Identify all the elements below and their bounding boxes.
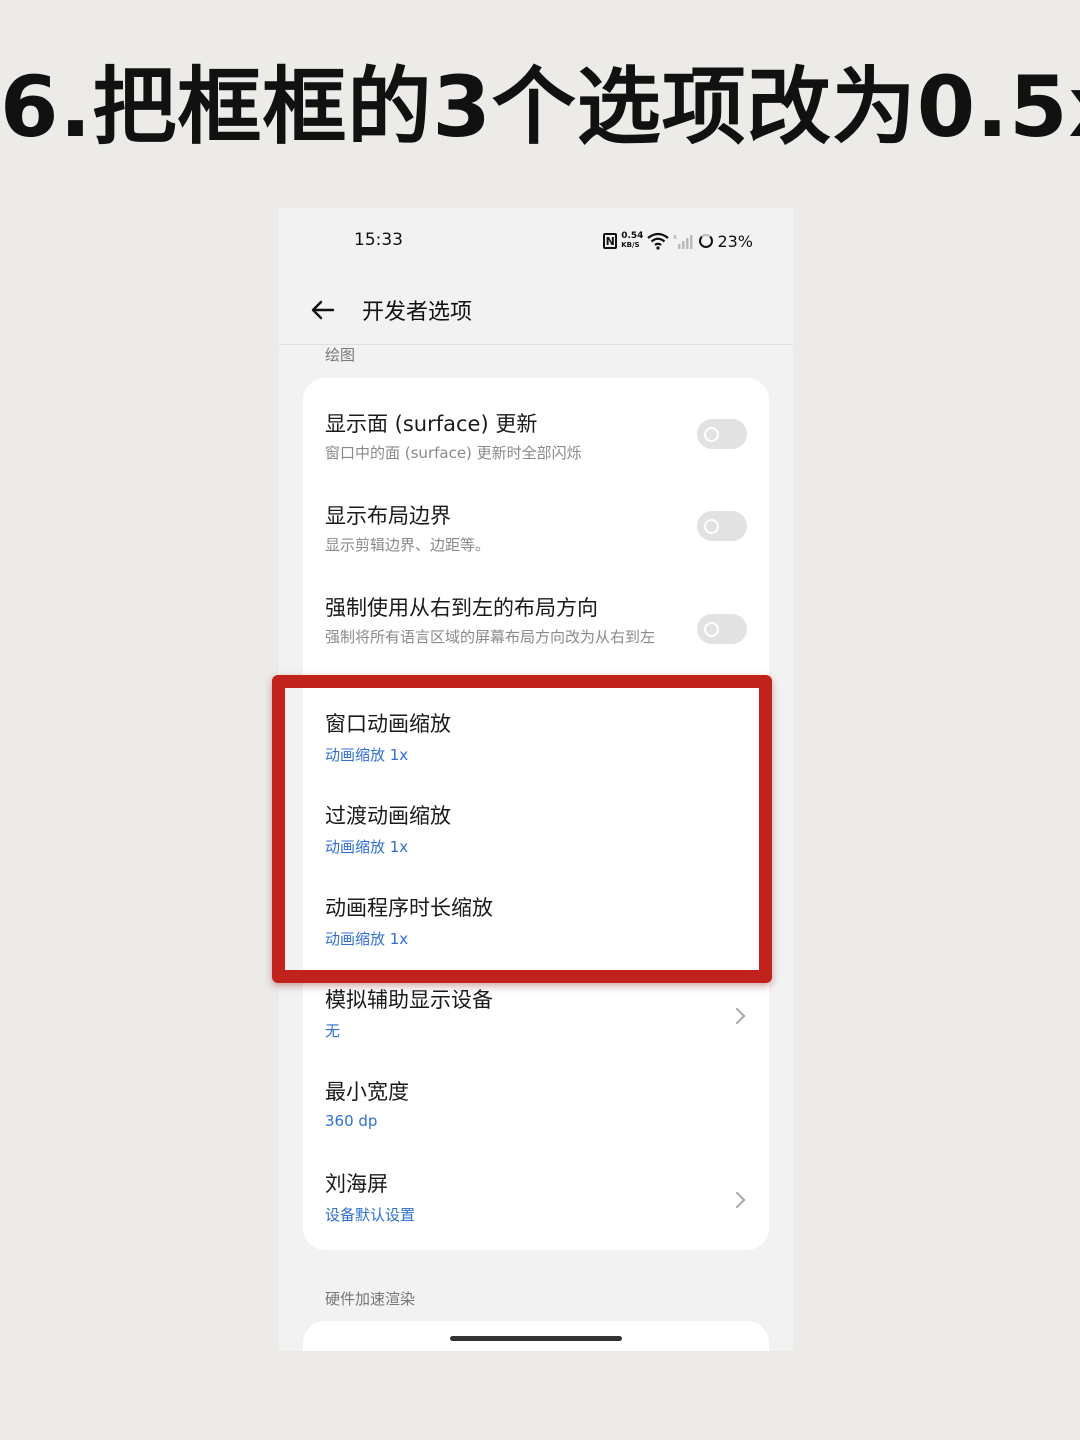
- section-label-hardware: 硬件加速渲染: [325, 1290, 416, 1308]
- status-bar: 15:33 N 0.54 KB/S x 23%: [279, 208, 793, 274]
- setting-smallest-width[interactable]: 最小宽度 360 dp: [303, 1062, 769, 1154]
- network-speed-value: 0.54: [621, 231, 644, 241]
- setting-title: 最小宽度: [325, 1080, 409, 1104]
- chevron-right-icon: [728, 1007, 746, 1025]
- setting-value: 设备默认设置: [325, 1206, 416, 1224]
- page-title: 开发者选项: [362, 300, 473, 325]
- wifi-icon: [647, 232, 670, 250]
- setting-display-cutout[interactable]: 刘海屏 设备默认设置: [303, 1154, 769, 1246]
- battery-ring-icon: [699, 234, 714, 248]
- setting-description: 窗口中的面 (surface) 更新时全部闪烁: [325, 444, 582, 462]
- setting-surface-updates[interactable]: 显示面 (surface) 更新 窗口中的面 (surface) 更新时全部闪烁: [303, 378, 769, 470]
- setting-title: 强制使用从右到左的布局方向: [325, 596, 598, 620]
- section-label-drawing: 绘图: [325, 346, 356, 364]
- setting-value: 无: [325, 1022, 341, 1040]
- back-arrow-icon[interactable]: [309, 296, 337, 324]
- setting-simulate-secondary-display[interactable]: 模拟辅助显示设备 无: [303, 970, 769, 1062]
- status-time: 15:33: [354, 230, 403, 250]
- app-bar: 开发者选项: [279, 274, 793, 345]
- network-speed-unit: KB/S: [621, 241, 640, 249]
- setting-description: 强制将所有语言区域的屏幕布局方向改为从右到左: [325, 628, 656, 646]
- network-speed: 0.54 KB/S: [621, 232, 643, 250]
- layout-bounds-toggle[interactable]: [697, 511, 747, 541]
- setting-title: 刘海屏: [325, 1172, 388, 1196]
- svg-text:x: x: [673, 233, 677, 241]
- surface-updates-toggle[interactable]: [697, 419, 747, 449]
- rtl-layout-toggle[interactable]: [697, 614, 747, 644]
- setting-value: 360 dp: [325, 1112, 378, 1130]
- setting-rtl-layout[interactable]: 强制使用从右到左的布局方向 强制将所有语言区域的屏幕布局方向改为从右到左: [303, 562, 769, 676]
- headline: 6.把框框的3个选项改为0.5x: [0, 58, 1080, 156]
- chevron-right-icon: [728, 1191, 746, 1209]
- setting-description: 显示剪辑边界、边距等。: [325, 536, 491, 554]
- nfc-icon: N: [603, 233, 618, 249]
- home-indicator[interactable]: [450, 1336, 622, 1341]
- setting-layout-bounds[interactable]: 显示布局边界 显示剪辑边界、边距等。: [303, 470, 769, 562]
- setting-title: 模拟辅助显示设备: [325, 988, 493, 1012]
- setting-title: 显示布局边界: [325, 504, 451, 528]
- battery-percent: 23%: [717, 231, 753, 251]
- status-icons: N 0.54 KB/S x 23%: [603, 230, 753, 252]
- signal-icon: x: [673, 233, 693, 249]
- setting-title: 显示面 (surface) 更新: [325, 412, 538, 436]
- highlight-box: [272, 675, 772, 983]
